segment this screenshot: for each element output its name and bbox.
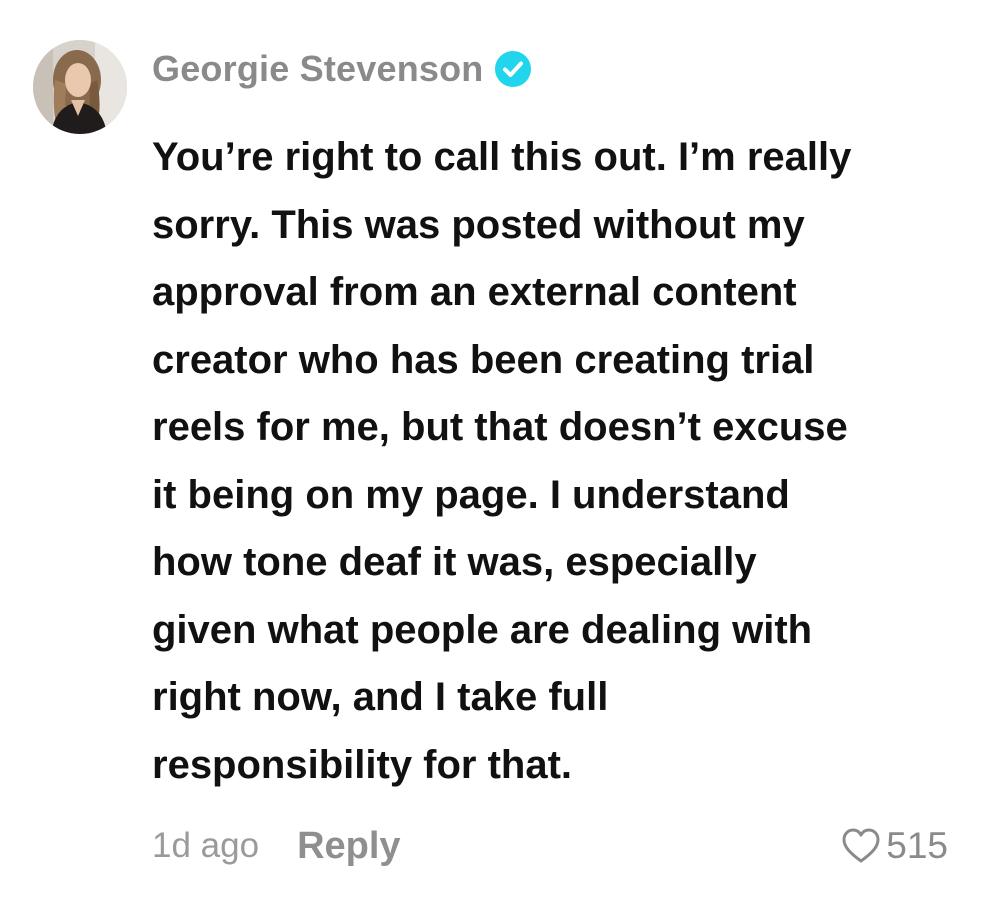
comment-text-line: given what people are dealing with bbox=[152, 607, 813, 652]
comment-text-line: responsibility for that. bbox=[152, 742, 573, 787]
heart-outline-icon[interactable] bbox=[840, 825, 882, 867]
like-count: 515 bbox=[886, 825, 948, 866]
comment-header: Georgie Stevenson bbox=[152, 46, 532, 92]
reply-button[interactable]: Reply bbox=[297, 825, 400, 868]
avatar-image bbox=[33, 40, 127, 134]
comment-text-line: reels for me, but that doesn’t excuse bbox=[152, 405, 848, 449]
comment-text-line: sorry. This was posted without my bbox=[152, 202, 805, 247]
avatar[interactable] bbox=[33, 40, 127, 134]
comment-text: You’re right to call this out. I’m reall… bbox=[152, 124, 952, 799]
comment-text-line: approval from an external content bbox=[152, 270, 797, 314]
comment-text-line: how tone deaf it was, especially bbox=[152, 540, 757, 584]
comment-footer: 1d ago Reply bbox=[152, 820, 401, 872]
timestamp: 1d ago bbox=[152, 826, 260, 865]
comment-text-line: right now, and I take full bbox=[152, 675, 609, 719]
comment-item: Georgie Stevenson You’re right to call t… bbox=[0, 0, 996, 922]
comment-text-line: creator who has been creating trial bbox=[152, 337, 815, 382]
comment-text-line: it being on my page. I understand bbox=[152, 472, 790, 517]
comment-text-line: You’re right to call this out. I’m reall… bbox=[152, 135, 852, 179]
verified-check-icon bbox=[494, 50, 532, 88]
like-control: 515 bbox=[840, 820, 948, 872]
username[interactable]: Georgie Stevenson bbox=[152, 48, 484, 90]
